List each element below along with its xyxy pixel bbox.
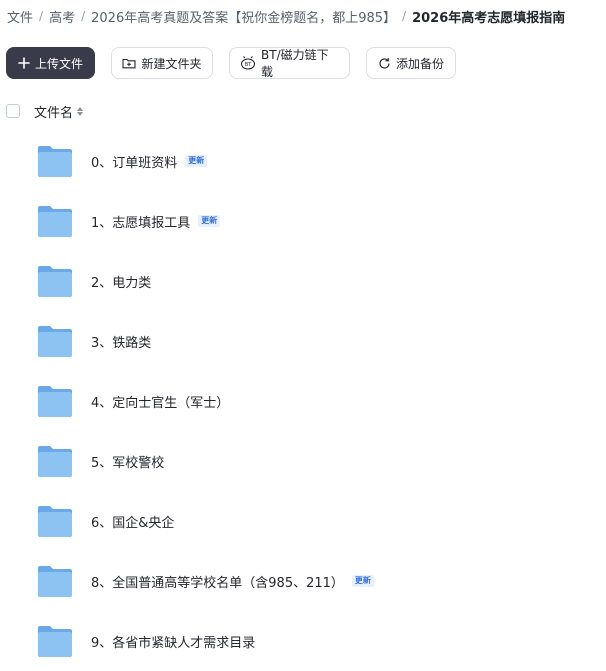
- new-folder-button[interactable]: 新建文件夹: [111, 47, 213, 79]
- plus-icon: [18, 57, 30, 69]
- breadcrumb-item-gaokao[interactable]: 高考: [49, 7, 75, 26]
- sort-icon[interactable]: [77, 106, 84, 116]
- list-header: 文件名: [6, 100, 84, 122]
- file-list: 0、订单班资料 更新 1、志愿填报工具 更新 2、电力类 3、铁路类 4、定向士…: [0, 131, 606, 671]
- folder-icon: [37, 325, 73, 358]
- folder-icon: [37, 265, 73, 298]
- file-name[interactable]: 1、志愿填报工具: [91, 212, 190, 231]
- file-name[interactable]: 3、铁路类: [91, 332, 151, 351]
- add-backup-button[interactable]: 添加备份: [366, 47, 456, 79]
- breadcrumb-item-exam-folder[interactable]: 2026年高考真题及答案【祝你金榜题名，都上985】: [91, 7, 396, 26]
- upload-button[interactable]: 上传文件: [6, 47, 95, 79]
- file-name[interactable]: 6、国企&央企: [91, 512, 174, 531]
- update-badge: 更新: [185, 155, 208, 167]
- list-item[interactable]: 2、电力类: [0, 251, 606, 311]
- breadcrumb-separator: /: [81, 9, 86, 23]
- folder-icon: [37, 505, 73, 538]
- file-name[interactable]: 9、各省市紧缺人才需求目录: [91, 632, 255, 651]
- folder-icon: [37, 205, 73, 238]
- file-name[interactable]: 2、电力类: [91, 272, 151, 291]
- update-badge: 更新: [198, 215, 221, 227]
- file-name[interactable]: 5、军校警校: [91, 452, 164, 471]
- list-item[interactable]: 8、全国普通高等学校名单（含985、211） 更新: [0, 551, 606, 611]
- select-all-checkbox[interactable]: [6, 104, 20, 118]
- bt-download-button[interactable]: BT BT/磁力链下载: [229, 47, 350, 79]
- new-folder-button-label: 新建文件夹: [141, 56, 202, 71]
- folder-icon: [37, 625, 73, 658]
- file-name[interactable]: 0、订单班资料: [91, 152, 177, 171]
- folder-icon: [37, 385, 73, 418]
- folder-icon: [37, 145, 73, 178]
- bt-icon: BT: [240, 56, 256, 70]
- list-item[interactable]: 4、定向士官生（军士）: [0, 371, 606, 431]
- file-name[interactable]: 8、全国普通高等学校名单（含985、211）: [91, 572, 344, 591]
- upload-button-label: 上传文件: [34, 56, 83, 71]
- list-item[interactable]: 0、订单班资料 更新: [0, 131, 606, 191]
- breadcrumb-separator: /: [39, 9, 44, 23]
- breadcrumb-item-files[interactable]: 文件: [7, 7, 33, 26]
- toolbar: 上传文件 新建文件夹 BT BT/磁力链下载 添加备份: [6, 47, 472, 79]
- svg-text:BT: BT: [245, 62, 252, 68]
- add-backup-button-label: 添加备份: [395, 56, 444, 71]
- list-item[interactable]: 9、各省市紧缺人才需求目录: [0, 611, 606, 671]
- bt-download-button-label: BT/磁力链下载: [261, 48, 329, 79]
- list-item[interactable]: 6、国企&央企: [0, 491, 606, 551]
- filename-column-header[interactable]: 文件名: [34, 102, 73, 121]
- refresh-icon: [378, 57, 391, 70]
- folder-icon: [37, 445, 73, 478]
- list-item[interactable]: 3、铁路类: [0, 311, 606, 371]
- list-item[interactable]: 5、军校警校: [0, 431, 606, 491]
- list-item[interactable]: 1、志愿填报工具 更新: [0, 191, 606, 251]
- folder-icon: [37, 565, 73, 598]
- breadcrumb: 文件 / 高考 / 2026年高考真题及答案【祝你金榜题名，都上985】 / 2…: [7, 6, 606, 26]
- file-name[interactable]: 4、定向士官生（军士）: [91, 392, 229, 411]
- folder-plus-icon: [122, 57, 137, 69]
- update-badge: 更新: [351, 575, 374, 587]
- breadcrumb-separator: /: [402, 9, 407, 23]
- breadcrumb-current: 2026年高考志愿填报指南: [412, 10, 566, 26]
